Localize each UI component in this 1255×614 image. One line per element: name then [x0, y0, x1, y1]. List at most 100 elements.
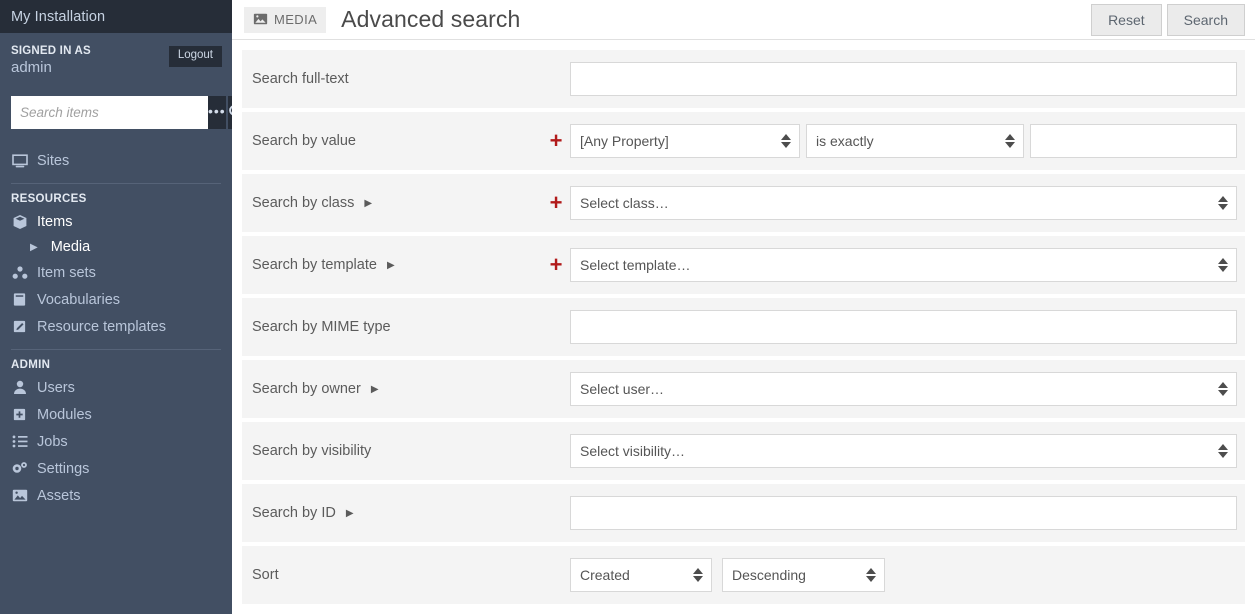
sidebar-item-item-sets[interactable]: Item sets	[0, 259, 232, 286]
property-select[interactable]: [Any Property]	[570, 124, 800, 158]
image-icon	[253, 13, 268, 27]
add-class-button[interactable]: +	[542, 192, 570, 214]
property-select-value: [Any Property]	[580, 133, 669, 149]
sidebar-section-resources: RESOURCES	[11, 183, 221, 208]
template-select[interactable]: Select template…	[570, 248, 1237, 282]
sidebar-item-label: Items	[37, 213, 73, 230]
sidebar-group-resources: Items ▶ Media Item sets Vocabularies Res…	[0, 208, 232, 340]
class-select-value: Select class…	[580, 195, 669, 211]
sidebar-item-label: Vocabularies	[37, 291, 121, 308]
plus-placeholder: +	[542, 378, 570, 400]
sidebar-item-jobs[interactable]: Jobs	[0, 428, 232, 455]
caret-right-icon[interactable]: ▶	[371, 384, 379, 395]
ellipsis-icon: •••	[208, 102, 226, 119]
sidebar-item-resource-templates[interactable]: Resource templates	[0, 313, 232, 340]
visibility-select-value: Select visibility…	[580, 443, 686, 459]
sidebar-item-users[interactable]: Users	[0, 374, 232, 401]
installation-header: My Installation	[0, 0, 232, 33]
book-icon	[11, 291, 28, 308]
chevron-updown-icon	[1218, 444, 1228, 458]
value-input[interactable]	[1030, 124, 1237, 158]
field-row-sort: Sort + Created Descending	[242, 546, 1245, 604]
sidebar-section-admin: ADMIN	[11, 349, 221, 374]
chevron-updown-icon	[1218, 382, 1228, 396]
field-label: Search by MIME type	[252, 319, 391, 335]
sort-by-select[interactable]: Created	[570, 558, 712, 592]
caret-right-icon: ▶	[30, 241, 38, 253]
field-controls	[570, 496, 1237, 530]
section-label-admin: ADMIN	[11, 359, 51, 371]
field-label: Search by class ▶	[252, 195, 542, 211]
page-actions: Reset Search	[1091, 3, 1245, 36]
chevron-updown-icon	[693, 568, 703, 582]
main-content: MEDIA Advanced search Reset Search Searc…	[232, 0, 1255, 614]
field-controls: Select template…	[570, 248, 1237, 282]
field-row-visibility: Search by visibility + Select visibility…	[242, 422, 1245, 480]
pencil-square-icon	[11, 318, 28, 335]
chevron-updown-icon	[1218, 258, 1228, 272]
class-select[interactable]: Select class…	[570, 186, 1237, 220]
id-input[interactable]	[570, 496, 1237, 530]
sort-by-value: Created	[580, 567, 630, 583]
sidebar-group-admin: Users Modules Jobs Settings Assets	[0, 374, 232, 509]
sidebar-item-sites[interactable]: Sites	[0, 147, 232, 174]
list-icon	[11, 433, 28, 450]
field-row-owner: Search by owner ▶ + Select user…	[242, 360, 1245, 418]
mime-input[interactable]	[570, 310, 1237, 344]
page-header: MEDIA Advanced search Reset Search	[232, 0, 1255, 40]
sidebar-search: •••	[11, 96, 232, 129]
gears-icon	[11, 460, 28, 477]
cube-icon	[11, 213, 28, 230]
sidebar-item-vocabularies[interactable]: Vocabularies	[0, 286, 232, 313]
sidebar-item-label: Item sets	[37, 264, 96, 281]
page-title: Advanced search	[341, 6, 521, 32]
field-controls: Created Descending	[570, 558, 1237, 592]
sidebar-item-label: Jobs	[37, 433, 68, 450]
field-row-fulltext: Search full-text +	[242, 50, 1245, 108]
advanced-search-form: Search full-text + Search by value + [An…	[232, 40, 1255, 614]
user-icon	[11, 379, 28, 396]
reset-button[interactable]: Reset	[1091, 3, 1162, 36]
field-label: Search by ID ▶	[252, 505, 542, 521]
field-row-value: Search by value + [Any Property] is exac…	[242, 112, 1245, 170]
chevron-updown-icon	[781, 134, 791, 148]
field-row-id: Search by ID ▶ +	[242, 484, 1245, 542]
sidebar-item-modules[interactable]: Modules	[0, 401, 232, 428]
logout-button[interactable]: Logout	[168, 46, 222, 67]
sidebar-item-label: Sites	[37, 152, 70, 169]
field-controls: Select user…	[570, 372, 1237, 406]
chevron-updown-icon	[1218, 196, 1228, 210]
field-label-text: Search by owner	[252, 381, 361, 397]
visibility-select[interactable]: Select visibility…	[570, 434, 1237, 468]
sidebar-item-media[interactable]: ▶ Media	[0, 235, 232, 259]
sidebar-nav: Sites RESOURCES Items ▶ Media Item sets …	[0, 147, 232, 509]
search-button[interactable]: Search	[1166, 3, 1245, 36]
sidebar-item-label: Assets	[37, 487, 81, 504]
sidebar-item-assets[interactable]: Assets	[0, 482, 232, 509]
caret-right-icon[interactable]: ▶	[364, 198, 372, 209]
sort-direction-select[interactable]: Descending	[722, 558, 885, 592]
sidebar-item-label: Modules	[37, 406, 92, 423]
caret-right-icon[interactable]: ▶	[346, 508, 354, 519]
plus-placeholder: +	[542, 502, 570, 524]
field-label: Search by template ▶	[252, 257, 542, 273]
app-root: My Installation SIGNED IN AS admin Logou…	[0, 0, 1255, 614]
fulltext-input[interactable]	[570, 62, 1237, 96]
sidebar-item-settings[interactable]: Settings	[0, 455, 232, 482]
sidebar-item-label: Resource templates	[37, 318, 166, 335]
sort-direction-value: Descending	[732, 567, 806, 583]
user-block: SIGNED IN AS admin Logout	[0, 33, 232, 82]
search-input[interactable]	[11, 96, 208, 129]
field-label: Sort	[252, 567, 279, 583]
owner-select-value: Select user…	[580, 381, 665, 397]
advanced-search-button[interactable]: •••	[208, 96, 226, 129]
add-value-button[interactable]: +	[542, 130, 570, 152]
image-icon	[11, 487, 28, 504]
sidebar-item-items[interactable]: Items	[0, 208, 232, 235]
add-template-button[interactable]: +	[542, 254, 570, 276]
caret-right-icon[interactable]: ▶	[387, 260, 395, 271]
operator-select[interactable]: is exactly	[806, 124, 1024, 158]
owner-select[interactable]: Select user…	[570, 372, 1237, 406]
monitor-icon	[11, 152, 28, 169]
chevron-updown-icon	[1005, 134, 1015, 148]
